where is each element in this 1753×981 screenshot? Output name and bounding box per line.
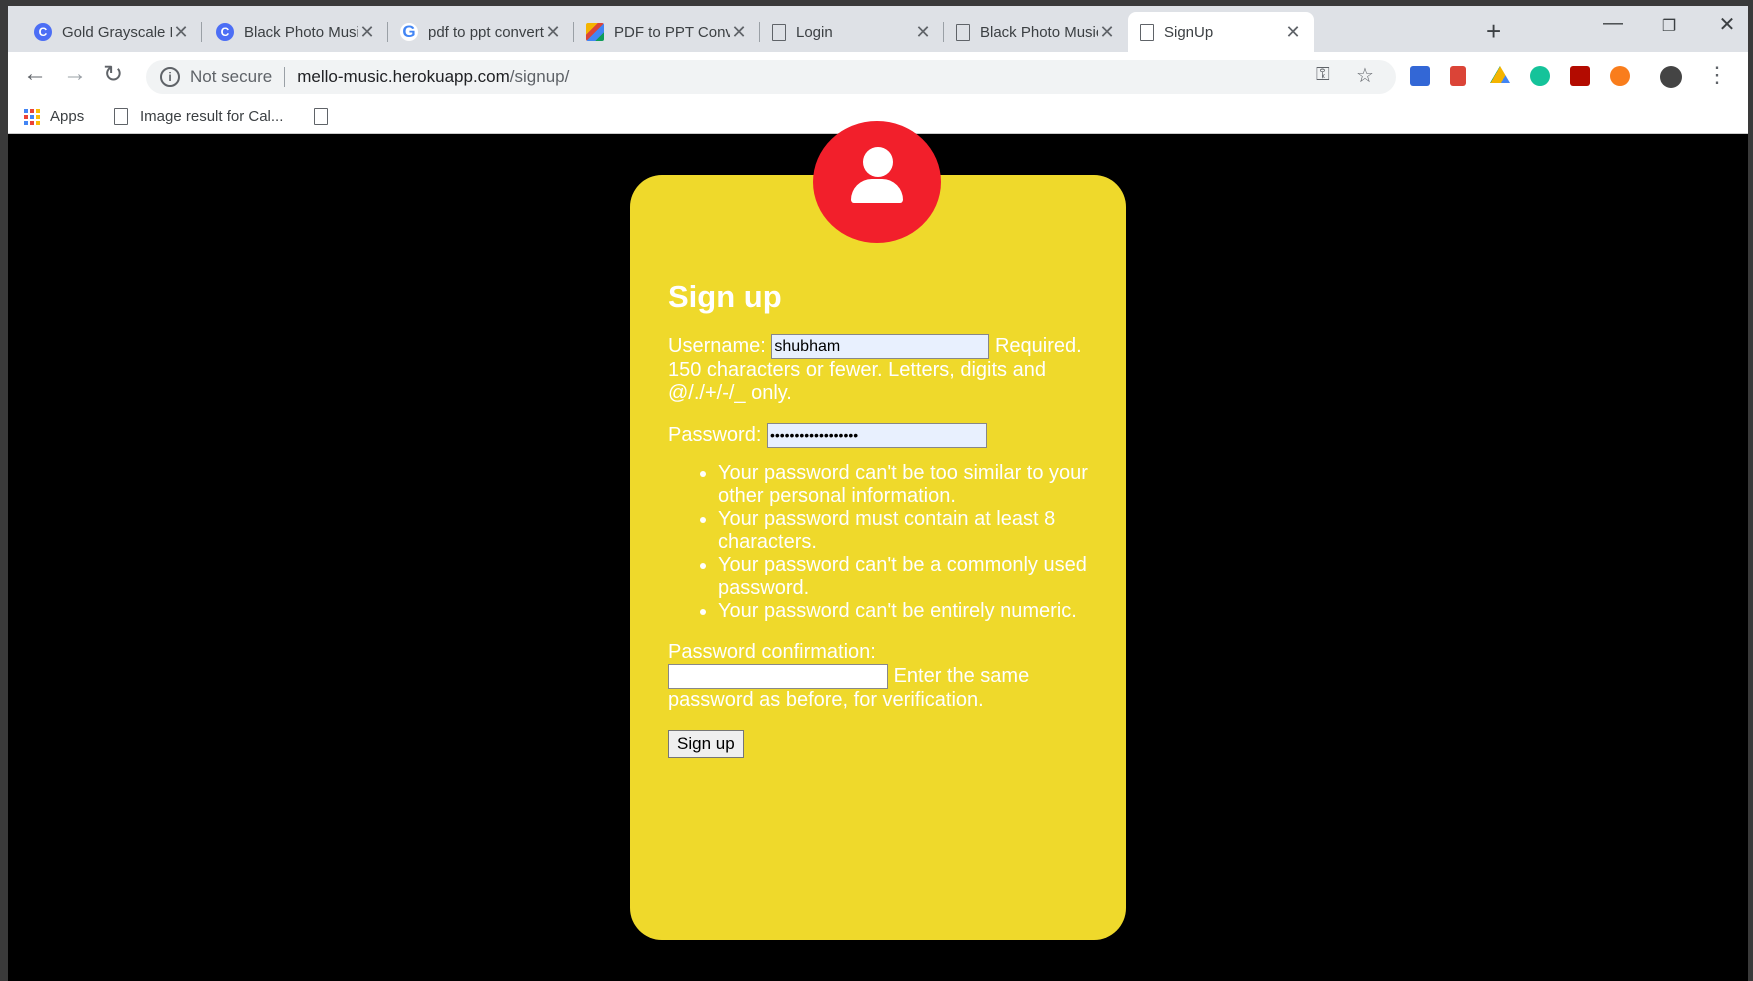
page-title: Sign up bbox=[668, 279, 782, 314]
tab-black-photo-music[interactable]: C Black Photo Music ✕ bbox=[204, 12, 388, 52]
minimize-icon[interactable]: — bbox=[1598, 12, 1628, 35]
profile-avatar[interactable] bbox=[1660, 66, 1682, 88]
username-row: Username: shubham Required. 150 characte… bbox=[668, 334, 1088, 405]
browser-toolbar: ← → ↻ i Not secure mello-music.herokuapp… bbox=[8, 52, 1748, 100]
omnibox-divider bbox=[284, 67, 286, 87]
colorful-grid-icon bbox=[586, 23, 604, 41]
tab-strip: C Gold Grayscale Big ✕ C Black Photo Mus… bbox=[8, 6, 1748, 52]
extension-orange-icon[interactable] bbox=[1610, 66, 1630, 86]
confirm-label: Password confirmation: bbox=[668, 641, 876, 663]
c-circle-icon: C bbox=[216, 23, 234, 41]
user-icon bbox=[863, 147, 893, 177]
password-rules-list: Your password can't be too similar to yo… bbox=[718, 462, 1088, 623]
close-icon[interactable]: ✕ bbox=[730, 22, 748, 43]
avatar bbox=[813, 121, 941, 243]
extension-red-icon[interactable] bbox=[1450, 66, 1466, 86]
browser-window: C Gold Grayscale Big ✕ C Black Photo Mus… bbox=[8, 6, 1748, 981]
bookmark-label: Apps bbox=[50, 108, 85, 125]
page-icon bbox=[314, 108, 328, 125]
user-icon-body bbox=[851, 179, 903, 203]
google-drive-icon[interactable] bbox=[1490, 66, 1510, 83]
tab-title: Black Photo Music bbox=[980, 23, 1098, 41]
tab-login[interactable]: Login ✕ bbox=[760, 12, 944, 52]
tab-title: Black Photo Music bbox=[244, 23, 358, 41]
password-label: Password: bbox=[668, 423, 762, 446]
key-icon[interactable]: ⚿ bbox=[1316, 64, 1330, 85]
sign-up-button[interactable]: Sign up bbox=[668, 730, 744, 758]
password-row: Password: •••••••••••••••••• bbox=[668, 423, 1088, 448]
username-help: 150 characters or fewer. Letters, digits… bbox=[668, 359, 1046, 404]
extension-blue-icon[interactable] bbox=[1410, 66, 1430, 86]
list-item: Your password can't be entirely numeric. bbox=[718, 600, 1088, 623]
close-icon[interactable]: ✕ bbox=[544, 22, 562, 43]
star-icon[interactable]: ☆ bbox=[1356, 63, 1374, 88]
page-icon bbox=[1140, 23, 1154, 41]
page-content: Sign up Username: shubham Required. 150 … bbox=[8, 121, 1748, 981]
bookmark-image-result[interactable]: Image result for Cal... bbox=[114, 108, 283, 125]
signup-card: Sign up Username: shubham Required. 150 … bbox=[630, 175, 1126, 940]
password-confirm-input[interactable] bbox=[668, 664, 888, 689]
password-input[interactable]: •••••••••••••••••• bbox=[766, 423, 987, 448]
tab-title: Login bbox=[796, 23, 833, 41]
bookmark-blank[interactable] bbox=[314, 108, 340, 125]
list-item: Your password can't be too similar to yo… bbox=[718, 462, 1088, 508]
tab-pdf-to-ppt-converter[interactable]: PDF to PPT Conve ✕ bbox=[574, 12, 760, 52]
confirm-row: Password confirmation: Enter the same pa… bbox=[668, 641, 1088, 712]
window-close-icon[interactable]: ✕ bbox=[1712, 12, 1742, 37]
restore-icon[interactable]: ❐ bbox=[1654, 16, 1684, 36]
close-icon[interactable]: ✕ bbox=[1284, 22, 1302, 43]
page-icon bbox=[956, 23, 970, 41]
acrobat-icon[interactable] bbox=[1570, 66, 1590, 86]
page-icon bbox=[772, 23, 786, 41]
reload-icon[interactable]: ↻ bbox=[98, 60, 128, 89]
menu-kebab-icon[interactable]: ⋮ bbox=[1706, 62, 1728, 88]
close-icon[interactable]: ✕ bbox=[1098, 22, 1116, 43]
info-icon[interactable]: i bbox=[160, 67, 180, 87]
tab-title: Gold Grayscale Big bbox=[62, 23, 172, 41]
url-host: mello-music.herokuapp.com bbox=[297, 67, 510, 86]
close-icon[interactable]: ✕ bbox=[914, 22, 932, 43]
close-icon[interactable]: ✕ bbox=[172, 22, 190, 43]
c-circle-icon: C bbox=[34, 23, 52, 41]
tab-title: PDF to PPT Conve bbox=[614, 23, 730, 41]
tab-signup[interactable]: SignUp ✕ bbox=[1128, 12, 1314, 52]
list-item: Your password must contain at least 8 ch… bbox=[718, 508, 1088, 554]
not-secure-label: Not secure bbox=[190, 67, 273, 86]
url-path: /signup/ bbox=[509, 67, 570, 86]
tab-title: pdf to ppt convert bbox=[428, 23, 544, 41]
username-input[interactable]: shubham bbox=[771, 334, 990, 359]
list-item: Your password can't be a commonly used p… bbox=[718, 554, 1088, 600]
tab-black-photo-music-2[interactable]: Black Photo Music ✕ bbox=[944, 12, 1128, 52]
grammarly-icon[interactable] bbox=[1530, 66, 1550, 86]
google-icon: G bbox=[400, 22, 418, 41]
tab-gold-grayscale[interactable]: C Gold Grayscale Big ✕ bbox=[22, 12, 202, 52]
page-icon bbox=[114, 108, 128, 125]
close-icon[interactable]: ✕ bbox=[358, 22, 376, 43]
username-label: Username: bbox=[668, 334, 766, 357]
tab-separator bbox=[201, 22, 202, 42]
bookmark-apps[interactable]: Apps bbox=[24, 108, 84, 125]
forward-arrow-icon[interactable]: → bbox=[60, 60, 90, 88]
bookmark-label: Image result for Cal... bbox=[140, 108, 284, 125]
tab-pdf-to-ppt-search[interactable]: G pdf to ppt convert ✕ bbox=[388, 12, 574, 52]
username-required: Required. bbox=[994, 334, 1082, 357]
tab-title: SignUp bbox=[1164, 23, 1214, 41]
new-tab-button[interactable]: + bbox=[1486, 16, 1501, 47]
apps-grid-icon bbox=[24, 108, 40, 125]
address-bar[interactable]: i Not secure mello-music.herokuapp.com/s… bbox=[146, 60, 1396, 94]
back-arrow-icon[interactable]: ← bbox=[20, 60, 50, 88]
